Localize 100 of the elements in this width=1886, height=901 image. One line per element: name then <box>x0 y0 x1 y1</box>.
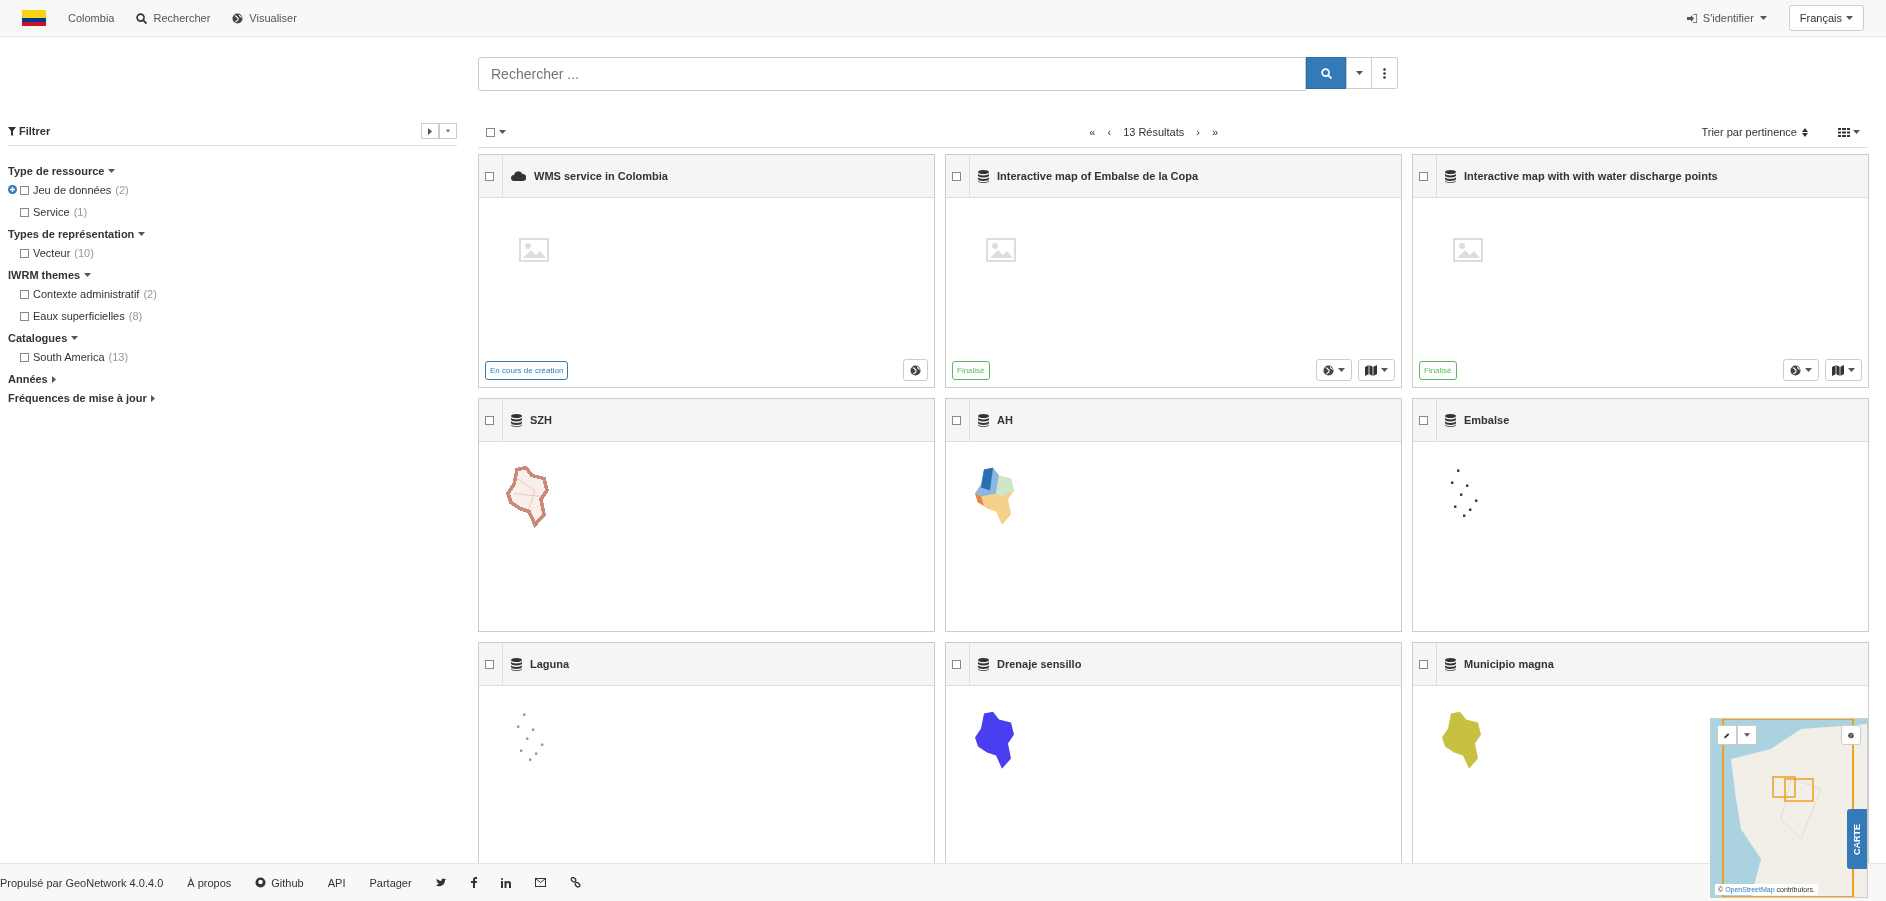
search-field[interactable]: Rechercher ... <box>478 57 1306 91</box>
facet-option[interactable]: Vecteur <box>33 247 71 259</box>
share-label: Partager <box>369 876 412 889</box>
facet-count: (2) <box>115 184 129 196</box>
checkbox[interactable] <box>952 415 961 425</box>
facet-heading[interactable]: Fréquences de mise à jour <box>8 392 155 404</box>
map-toggle-tab[interactable]: CARTE <box>1847 809 1867 869</box>
last-page-link[interactable]: » <box>1211 126 1219 138</box>
footer-link[interactable]: Github <box>255 876 304 889</box>
nav-link[interactable]: Rechercher <box>136 12 211 24</box>
card-title[interactable]: Municipio magna <box>1464 658 1554 670</box>
facet-heading[interactable]: Types de représentation <box>8 228 146 240</box>
caret-icon <box>84 273 92 277</box>
facet-heading[interactable]: Type de ressource <box>8 165 116 177</box>
facet-option[interactable]: Eaux superficielles <box>33 310 125 322</box>
facebook-icon[interactable] <box>470 877 477 888</box>
brand-link[interactable]: Colombia <box>68 12 115 24</box>
facet-heading[interactable]: Années <box>8 373 56 385</box>
search-icon <box>136 12 148 24</box>
caret-icon <box>108 169 116 173</box>
facet-option[interactable]: Jeu de données <box>33 184 112 196</box>
checkbox[interactable] <box>485 415 494 425</box>
next-page-link[interactable]: › <box>1196 126 1200 138</box>
login-link[interactable]: S'identifier <box>1686 12 1767 24</box>
language-button[interactable]: Français <box>1788 5 1864 31</box>
select-all-checkbox[interactable] <box>486 127 506 137</box>
footer-link[interactable]: API <box>327 876 346 889</box>
image-placeholder-icon <box>986 238 1016 262</box>
nav-link[interactable]: Visualiser <box>232 12 297 24</box>
card-title[interactable]: Interactive map with with water discharge points <box>1464 170 1718 182</box>
checkbox[interactable] <box>20 352 29 362</box>
caret-icon <box>1846 16 1853 20</box>
facet-option[interactable]: Contexte administratif <box>33 288 140 300</box>
facet-option[interactable]: Service <box>33 206 70 218</box>
facet-count: (8) <box>128 310 143 322</box>
checkbox[interactable] <box>20 248 29 258</box>
checkbox[interactable] <box>952 659 961 669</box>
footer-link[interactable]: À propos <box>187 876 232 889</box>
facet-option[interactable]: South America <box>33 351 105 363</box>
first-page-link[interactable]: « <box>1089 126 1096 138</box>
globe-button[interactable] <box>1841 725 1861 745</box>
globe-button[interactable] <box>903 359 928 381</box>
checkbox[interactable] <box>485 171 494 181</box>
card-title[interactable]: Laguna <box>530 658 570 670</box>
caret-icon <box>1744 733 1750 737</box>
mail-icon[interactable] <box>534 878 546 887</box>
checkbox[interactable] <box>1419 415 1428 425</box>
card-title[interactable]: SZH <box>530 414 552 426</box>
checkbox[interactable] <box>20 311 29 321</box>
facet-count: (10) <box>74 247 94 259</box>
database-icon <box>1445 413 1456 427</box>
caret-icon <box>1759 16 1767 20</box>
checkbox[interactable] <box>20 207 29 217</box>
map-button[interactable] <box>1358 359 1395 381</box>
globe-icon <box>1790 364 1801 376</box>
checkbox[interactable] <box>20 289 29 299</box>
database-icon <box>1445 657 1456 671</box>
caret-icon <box>1805 368 1812 372</box>
globe-button[interactable] <box>1783 359 1819 381</box>
search-button[interactable] <box>1306 57 1346 89</box>
globe-button[interactable] <box>1316 359 1352 381</box>
sign-in-icon <box>1686 13 1697 23</box>
checkbox[interactable] <box>952 171 961 181</box>
facet-heading[interactable]: IWRM themes <box>8 269 92 281</box>
filter-icon <box>8 126 16 136</box>
map-button[interactable] <box>1825 359 1862 381</box>
flag-icon[interactable] <box>22 10 46 26</box>
view-mode-dropdown[interactable] <box>1838 127 1860 137</box>
checkbox[interactable] <box>1419 171 1428 181</box>
expand-button[interactable] <box>421 123 439 139</box>
linkedin-icon[interactable] <box>500 877 511 888</box>
twitter-icon[interactable] <box>435 878 447 887</box>
checkbox[interactable] <box>485 659 494 669</box>
draw-options-button[interactable] <box>1737 725 1757 745</box>
globe-icon <box>910 364 921 376</box>
status-label: En cours de création <box>485 360 569 380</box>
card-title[interactable]: WMS service in Colombia <box>534 170 668 182</box>
plus-circle-icon[interactable] <box>8 185 17 194</box>
map-drawing[interactable] <box>1711 719 1867 897</box>
previous-page-link[interactable]: ‹ <box>1107 126 1112 138</box>
powered-by-text: Propulsé par GeoNetwork 4.0.4.0 <box>0 876 164 889</box>
checkbox[interactable] <box>20 185 29 195</box>
map-icon <box>1365 364 1377 376</box>
card-title[interactable]: Drenaje sensillo <box>997 658 1082 670</box>
globe-icon <box>232 12 244 24</box>
results-count-dropdown[interactable]: 13 Résultats <box>1123 126 1185 138</box>
caret-icon <box>428 127 432 135</box>
caret-icon <box>51 375 56 383</box>
card-title[interactable]: Interactive map of Embalse de la Copa <box>997 170 1199 182</box>
sort-dropdown[interactable]: Trier par pertinence <box>1701 126 1808 138</box>
facet-heading[interactable]: Catalogues <box>8 332 79 344</box>
checkbox[interactable] <box>1419 659 1428 669</box>
status-label: Finalisé <box>952 360 990 380</box>
card-title[interactable]: AH <box>997 414 1013 426</box>
card-title[interactable]: Embalse <box>1464 414 1510 426</box>
link-icon[interactable] <box>569 877 581 888</box>
caret-icon <box>138 232 146 236</box>
caret-icon <box>71 336 79 340</box>
draw-button[interactable] <box>1717 725 1737 745</box>
filter-title: Filtrer <box>8 125 51 137</box>
